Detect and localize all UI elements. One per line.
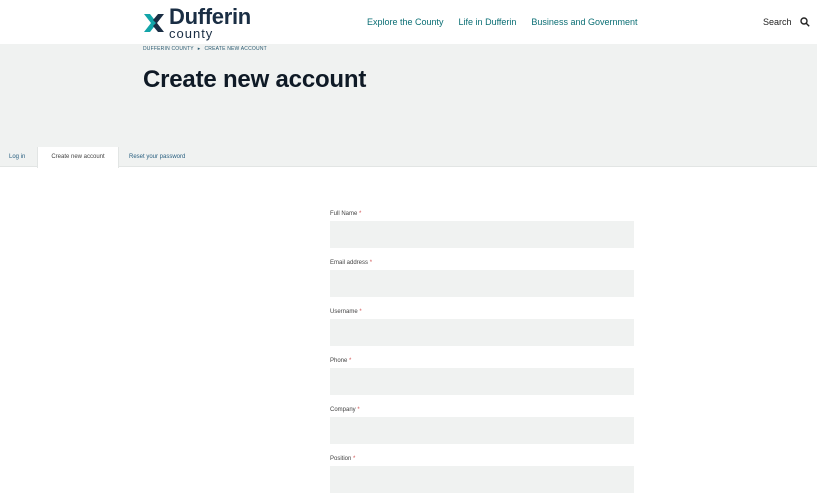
site-header: Dufferin county Explore the County Life … [0,0,817,44]
phone-label: Phone * [330,358,352,364]
nav-link-business-and-government[interactable]: Business and Government [531,17,637,27]
required-marker: * [357,407,360,413]
search-icon [799,17,810,27]
email-address-field[interactable] [330,270,634,297]
full-name-label: Full Name * [330,211,362,217]
required-marker: * [359,211,362,217]
required-marker: * [349,358,352,364]
site-logo[interactable]: Dufferin county [143,6,251,40]
required-marker: * [353,456,356,462]
phone-field[interactable] [330,368,634,395]
required-marker: * [359,309,362,315]
search-button[interactable]: Search [763,17,810,27]
tab-log-in[interactable]: Log in [9,147,25,167]
tab-create-new-account[interactable]: Create new account [37,147,119,168]
breadcrumb-item-current: CREATE NEW ACCOUNT [204,46,267,52]
breadcrumb: DUFFERIN COUNTY ▸ CREATE NEW ACCOUNT [143,46,267,52]
main-nav: Explore the County Life in Dufferin Busi… [367,17,637,27]
create-account-form: Full Name * Email address * Username * P… [330,210,634,504]
position-field[interactable] [330,466,634,493]
page-hero: DUFFERIN COUNTY ▸ CREATE NEW ACCOUNT Cre… [0,44,817,147]
full-name-field[interactable] [330,221,634,248]
tab-reset-password[interactable]: Reset your password [129,147,185,167]
nav-link-life-in-dufferin[interactable]: Life in Dufferin [459,17,517,27]
breadcrumb-item-home[interactable]: DUFFERIN COUNTY [143,46,194,52]
username-field[interactable] [330,319,634,346]
search-label: Search [763,17,792,27]
page-title: Create new account [143,66,367,93]
account-tabs: Log in Create new account Reset your pas… [0,147,817,168]
dufferin-logo-mark-icon [144,14,164,32]
username-label: Username * [330,309,362,315]
email-address-label: Email address * [330,260,373,266]
company-field[interactable] [330,417,634,444]
position-label: Position * [330,456,356,462]
required-marker: * [369,260,373,266]
nav-link-explore-the-county[interactable]: Explore the County [367,17,444,27]
company-label: Company * [330,407,360,413]
breadcrumb-separator-icon: ▸ [197,46,201,52]
logo-name: Dufferin [169,4,251,29]
